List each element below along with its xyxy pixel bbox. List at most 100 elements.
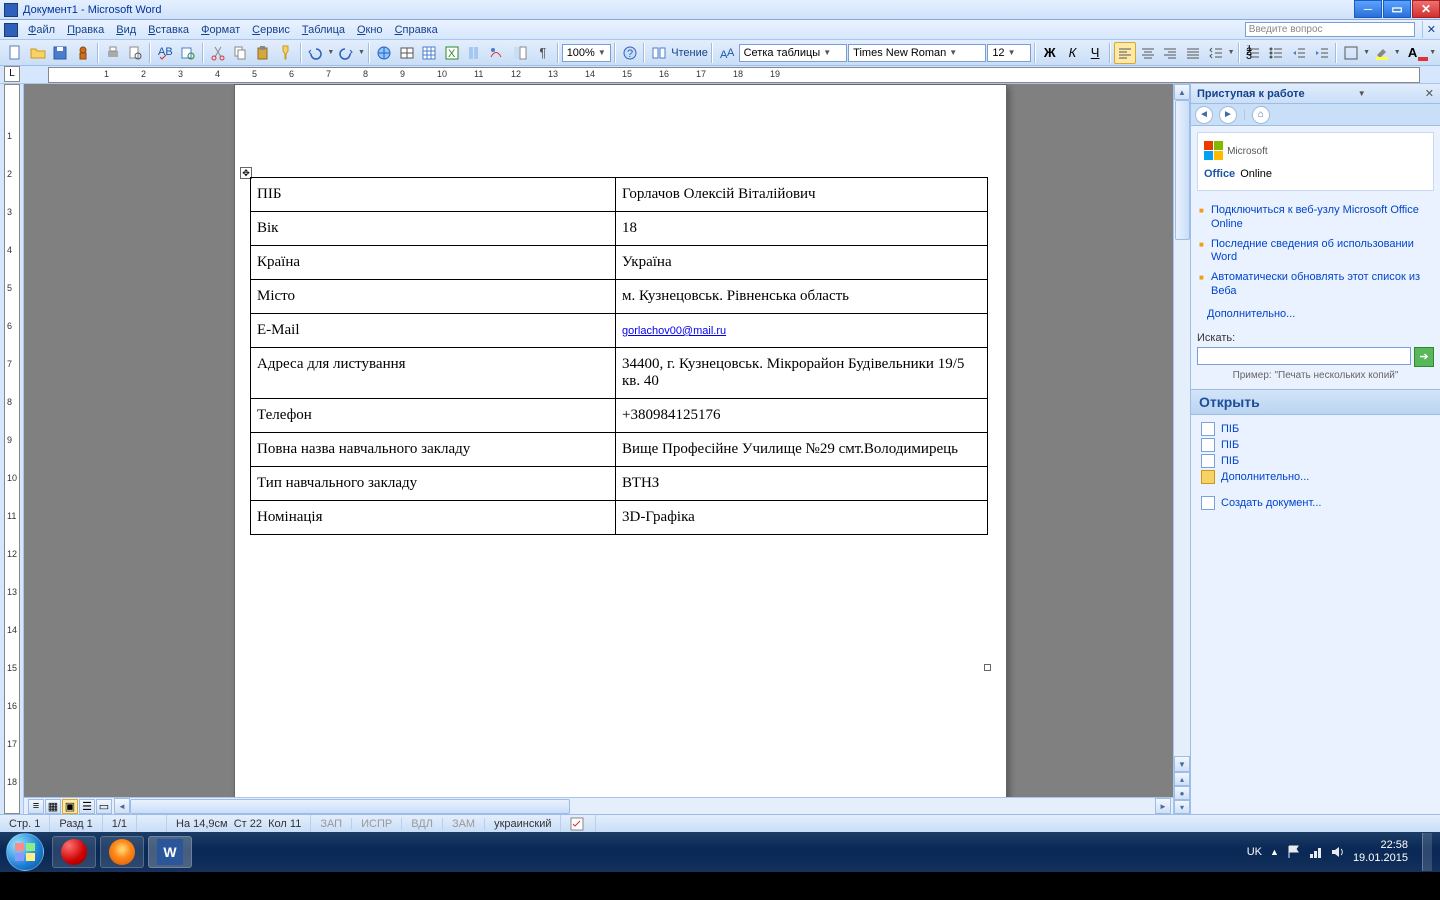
- font-select[interactable]: Times New Roman▼: [848, 44, 986, 62]
- minimize-button[interactable]: ─: [1354, 0, 1382, 18]
- status-ИСПР[interactable]: ИСПР: [352, 818, 402, 830]
- show-hide-button[interactable]: ¶: [532, 42, 554, 64]
- more-files[interactable]: Дополнительно...: [1199, 469, 1432, 485]
- status-ЗАП[interactable]: ЗАП: [311, 818, 352, 830]
- print-view-button[interactable]: ▣: [62, 799, 78, 814]
- tray-show-hidden-icon[interactable]: ▲: [1270, 847, 1279, 857]
- tables-borders-button[interactable]: [396, 42, 418, 64]
- reading-icon[interactable]: [648, 42, 670, 64]
- horizontal-ruler[interactable]: 12345678910111213141516171819: [48, 67, 1420, 83]
- taskpane-home-button[interactable]: ⌂: [1252, 106, 1270, 124]
- columns-button[interactable]: [464, 42, 486, 64]
- print-preview-button[interactable]: [125, 42, 147, 64]
- bold-button[interactable]: Ж: [1039, 42, 1061, 64]
- drawing-button[interactable]: [487, 42, 509, 64]
- show-desktop-button[interactable]: [1422, 833, 1432, 871]
- taskpane-fwd-button[interactable]: ►: [1219, 106, 1237, 124]
- taskpane-more-link[interactable]: Дополнительно...: [1197, 306, 1434, 326]
- taskpane-link[interactable]: Последние сведения об использовании Word: [1199, 235, 1432, 269]
- taskbar-word[interactable]: W: [148, 836, 192, 868]
- menu-правка[interactable]: Правка: [61, 24, 110, 36]
- excel-button[interactable]: X: [441, 42, 463, 64]
- paste-button[interactable]: [252, 42, 274, 64]
- numbering-button[interactable]: 123: [1243, 42, 1265, 64]
- taskpane-link[interactable]: Подключиться к веб-узлу Microsoft Office…: [1199, 201, 1432, 235]
- taskbar-firefox[interactable]: [100, 836, 144, 868]
- table-row[interactable]: Адреса для листування34400, г. Кузнецовс…: [251, 348, 988, 399]
- save-button[interactable]: [49, 42, 71, 64]
- table-row[interactable]: Повна назва навчального закладуВище Проф…: [251, 433, 988, 467]
- scroll-left-button[interactable]: ◄: [114, 798, 130, 814]
- increase-indent-button[interactable]: [1311, 42, 1333, 64]
- align-right-button[interactable]: [1159, 42, 1181, 64]
- scroll-up-button[interactable]: ▲: [1174, 84, 1190, 100]
- table-row[interactable]: ПІБГорлачов Олексій Віталійович: [251, 178, 988, 212]
- redo-button[interactable]: [335, 42, 357, 64]
- table-row[interactable]: Містом. Кузнецовськ. Рівненська область: [251, 280, 988, 314]
- taskpane-dropdown-icon[interactable]: ▼: [1358, 89, 1366, 98]
- scroll-down-button[interactable]: ▼: [1174, 756, 1190, 772]
- menu-вставка[interactable]: Вставка: [142, 24, 195, 36]
- status-language[interactable]: украинский: [485, 815, 561, 832]
- new-doc-button[interactable]: [4, 42, 26, 64]
- vertical-ruler[interactable]: 123456789101112131415161718: [4, 84, 20, 814]
- spellcheck-button[interactable]: ABC: [154, 42, 176, 64]
- tray-clock[interactable]: 22:5819.01.2015: [1353, 839, 1408, 865]
- prev-page-button[interactable]: ▴: [1174, 772, 1190, 786]
- menu-окно[interactable]: Окно: [351, 24, 389, 36]
- bullets-button[interactable]: [1265, 42, 1287, 64]
- justify-button[interactable]: [1182, 42, 1204, 64]
- window-options-icon[interactable]: ✕: [1422, 21, 1440, 38]
- table-row[interactable]: КраїнаУкраїна: [251, 246, 988, 280]
- format-painter-button[interactable]: [275, 42, 297, 64]
- doc-map-button[interactable]: [509, 42, 531, 64]
- italic-button[interactable]: К: [1062, 42, 1084, 64]
- document-page[interactable]: ✥ ПІБГорлачов Олексій ВіталійовичВік18Кр…: [234, 84, 1007, 797]
- recent-file[interactable]: ПІБ: [1199, 453, 1432, 469]
- taskpane-back-button[interactable]: ◄: [1195, 106, 1213, 124]
- menu-файл[interactable]: Файл: [22, 24, 61, 36]
- table-resize-handle[interactable]: [984, 664, 991, 671]
- print-button[interactable]: [102, 42, 124, 64]
- align-center-button[interactable]: [1137, 42, 1159, 64]
- scroll-right-button[interactable]: ►: [1155, 798, 1171, 814]
- table-row[interactable]: Номінація3D-Графіка: [251, 501, 988, 535]
- status-ЗАМ[interactable]: ЗАМ: [443, 818, 485, 830]
- close-button[interactable]: ✕: [1412, 0, 1440, 18]
- tray-lang[interactable]: UK: [1247, 846, 1262, 858]
- menu-сервис[interactable]: Сервис: [246, 24, 296, 36]
- tray-volume-icon[interactable]: [1331, 845, 1345, 859]
- borders-button[interactable]: [1340, 42, 1362, 64]
- table-style-select[interactable]: Сетка таблицы▼: [739, 44, 848, 62]
- help-icon[interactable]: ?: [619, 42, 641, 64]
- hyperlink-button[interactable]: [373, 42, 395, 64]
- main-table[interactable]: ПІБГорлачов Олексій ВіталійовичВік18Краї…: [250, 177, 988, 535]
- web-view-button[interactable]: ▦: [45, 799, 61, 814]
- vscroll-thumb[interactable]: [1175, 100, 1190, 240]
- taskpane-search-go[interactable]: ➔: [1414, 347, 1434, 367]
- research-button[interactable]: [177, 42, 199, 64]
- taskpane-close-icon[interactable]: ✕: [1425, 87, 1434, 100]
- taskpane-search-input[interactable]: [1197, 347, 1411, 365]
- insert-table-button[interactable]: [418, 42, 440, 64]
- table-row[interactable]: Вік18: [251, 212, 988, 246]
- menu-справка[interactable]: Справка: [389, 24, 444, 36]
- start-button[interactable]: [6, 833, 44, 871]
- menu-формат[interactable]: Формат: [195, 24, 246, 36]
- create-document[interactable]: Создать документ...: [1199, 495, 1432, 511]
- font-size-select[interactable]: 12▼: [987, 44, 1031, 62]
- style-icon[interactable]: AA: [716, 42, 738, 64]
- taskpane-link[interactable]: Автоматически обновлять этот список из В…: [1199, 268, 1432, 302]
- tray-flag-icon[interactable]: [1287, 845, 1301, 859]
- reading-label[interactable]: Чтение: [671, 47, 708, 59]
- table-row[interactable]: Тип навчального закладуВТНЗ: [251, 467, 988, 501]
- line-spacing-button[interactable]: [1205, 42, 1227, 64]
- outline-view-button[interactable]: ☰: [79, 799, 95, 814]
- copy-button[interactable]: [229, 42, 251, 64]
- taskbar-opera[interactable]: [52, 836, 96, 868]
- hscroll-thumb[interactable]: [130, 799, 570, 814]
- tab-selector[interactable]: L: [4, 66, 20, 82]
- email-link[interactable]: gorlachov00@mail.ru: [622, 325, 726, 337]
- normal-view-button[interactable]: ≡: [28, 799, 44, 814]
- highlight-button[interactable]: [1371, 42, 1393, 64]
